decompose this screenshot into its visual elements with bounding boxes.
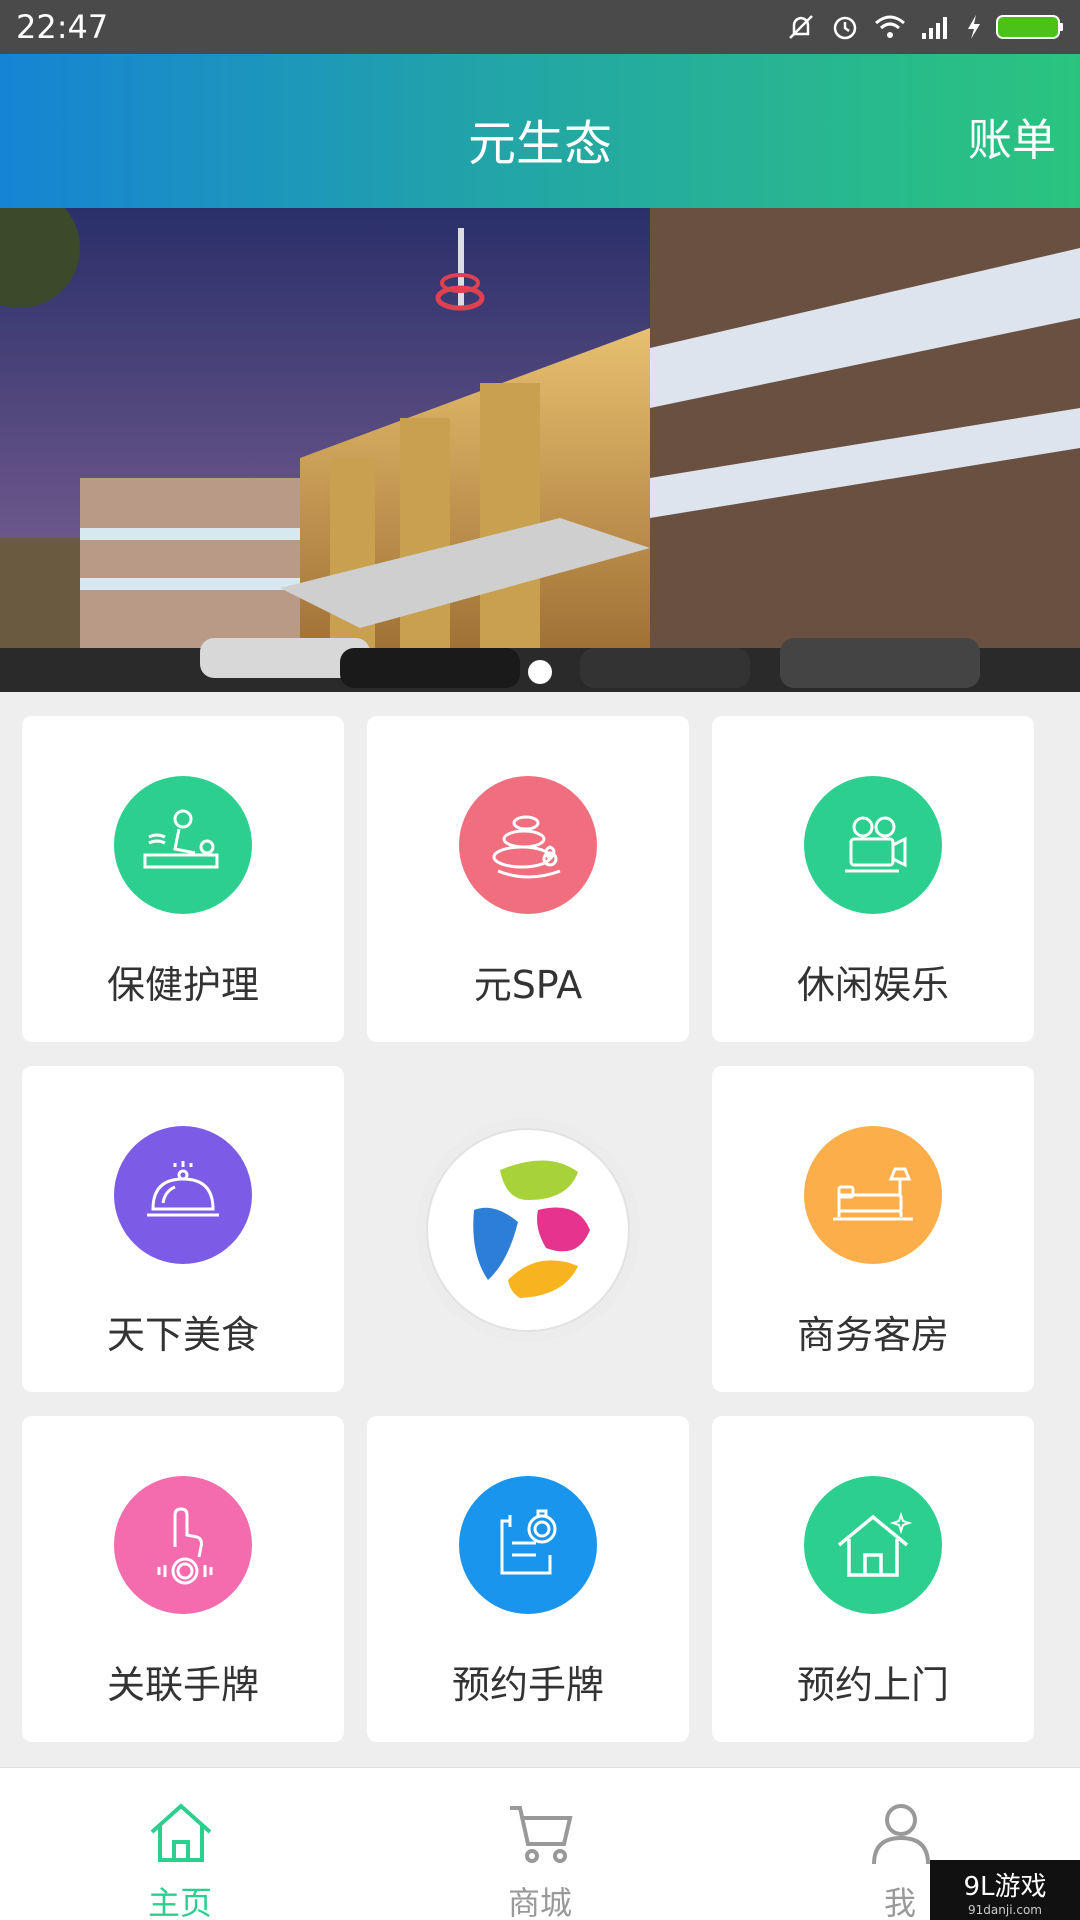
mute-icon	[789, 15, 813, 39]
house-icon	[804, 1476, 942, 1614]
bottom-nav: 主页 商城 我	[0, 1767, 1080, 1920]
tile-health-care[interactable]: 保健护理	[22, 716, 344, 1042]
charging-icon	[968, 15, 980, 39]
status-icons	[786, 9, 1064, 45]
tile-label: 天下美食	[106, 1313, 259, 1357]
tile-label: 商务客房	[796, 1313, 949, 1357]
status-bar: 22:47	[0, 0, 1080, 54]
bill-button[interactable]: 账单	[968, 104, 1056, 168]
tile-book-bracelet[interactable]: 预约手牌	[367, 1416, 689, 1742]
user-icon	[872, 1804, 930, 1865]
app-logo	[426, 1128, 630, 1332]
massage-icon	[114, 776, 252, 914]
banner-indicator-dot[interactable]	[528, 660, 552, 684]
bed-icon	[804, 1126, 942, 1264]
center-logo-button[interactable]	[416, 1118, 640, 1342]
tile-label: 预约手牌	[451, 1663, 604, 1707]
page-title: 元生态	[467, 116, 612, 172]
tap-bracelet-icon	[114, 1476, 252, 1614]
alarm-icon	[833, 16, 857, 40]
nav-home[interactable]: 主页	[80, 1768, 280, 1920]
battery-icon	[996, 15, 1063, 39]
tile-home-visit[interactable]: 预约上门	[712, 1416, 1034, 1742]
booking-bracelet-icon	[459, 1476, 597, 1614]
projector-icon	[804, 776, 942, 914]
hotel-banner[interactable]	[0, 208, 1080, 692]
tile-label: 保健护理	[106, 963, 259, 1007]
tile-spa[interactable]: 元SPA	[367, 716, 689, 1042]
nav-label: 商城	[507, 1884, 572, 1920]
tile-label: 元SPA	[473, 963, 583, 1007]
app-header: 元生态 账单	[0, 54, 1080, 208]
tile-food[interactable]: 天下美食	[22, 1066, 344, 1392]
tile-label: 休闲娱乐	[796, 963, 949, 1007]
wifi-icon	[875, 15, 905, 38]
tile-link-bracelet[interactable]: 关联手牌	[22, 1416, 344, 1742]
nav-label: 主页	[147, 1884, 212, 1920]
cart-icon	[510, 1806, 573, 1863]
home-icon	[150, 1803, 212, 1862]
nav-mall[interactable]: 商城	[440, 1768, 640, 1920]
tile-business-room[interactable]: 商务客房	[712, 1066, 1034, 1392]
spa-stones-icon	[459, 776, 597, 914]
watermark-site: 91danji.com	[968, 1903, 1042, 1917]
tile-label: 预约上门	[796, 1663, 949, 1707]
site-watermark: 9L游戏 91danji.com	[930, 1860, 1080, 1920]
food-cloche-icon	[114, 1126, 252, 1264]
hotel-banner-image	[0, 208, 1080, 692]
watermark-brand: 9L游戏	[963, 1872, 1047, 1902]
tile-leisure[interactable]: 休闲娱乐	[712, 716, 1034, 1042]
status-time: 22:47	[16, 8, 109, 46]
tile-label: 关联手牌	[106, 1663, 259, 1707]
signal-icon	[922, 17, 947, 39]
